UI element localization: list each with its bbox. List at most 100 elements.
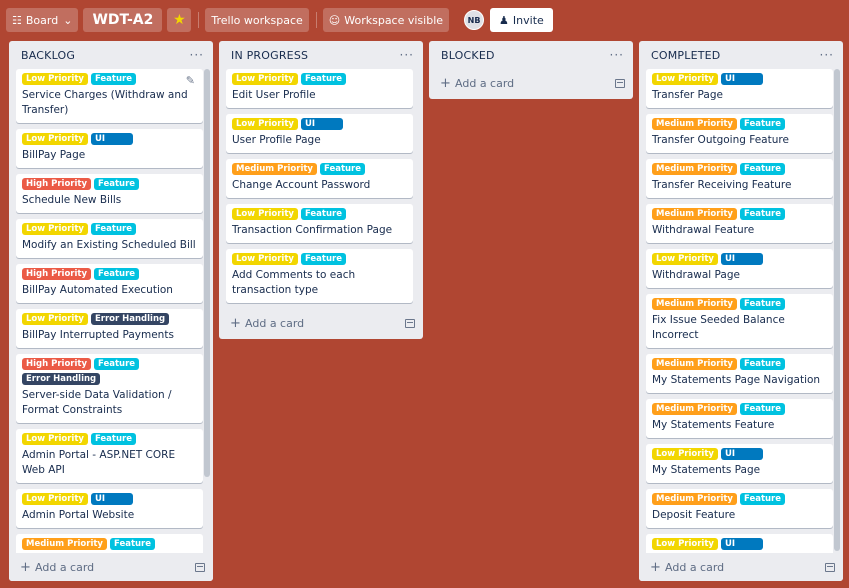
card[interactable]: Low Priority UI User Profile Page: [226, 114, 413, 153]
card[interactable]: Medium Priority Feature Deposit Feature: [646, 489, 833, 528]
label-high[interactable]: High Priority: [22, 178, 92, 190]
card[interactable]: High Priority Feature BillPay Automated Ex…: [16, 264, 203, 303]
edit-pencil-icon[interactable]: ✎: [186, 74, 195, 87]
label-medium[interactable]: Medium Priority: [652, 403, 737, 415]
card-template-icon[interactable]: [195, 562, 205, 572]
more-icon[interactable]: ···: [610, 48, 624, 62]
card[interactable]: Low Priority Feature Transaction Confirmat…: [226, 204, 413, 243]
card[interactable]: Low Priority Error Handling BillPay Interr…: [16, 309, 203, 348]
label-low[interactable]: Low Priority: [22, 73, 88, 85]
label-feature[interactable]: Feature: [319, 163, 366, 175]
invite-button[interactable]: ♟ Invite: [490, 8, 553, 32]
label-feature[interactable]: Feature: [94, 268, 140, 280]
label-ui[interactable]: UI: [90, 493, 133, 505]
label-medium[interactable]: Medium Priority: [652, 163, 737, 175]
label-low[interactable]: Low Priority: [232, 118, 298, 130]
card[interactable]: Low Priority Feature Service Charges (With…: [16, 69, 203, 123]
label-ui[interactable]: UI: [720, 538, 763, 550]
label-feature[interactable]: Feature: [739, 298, 786, 310]
board-switcher-button[interactable]: ☷ Board ⌄: [6, 8, 79, 32]
add-card-button[interactable]: + Add a card: [219, 309, 423, 337]
label-ui[interactable]: UI: [720, 253, 763, 265]
star-icon[interactable]: ★: [167, 8, 192, 32]
card[interactable]: High Priority Feature Error Handling Server…: [16, 354, 203, 423]
avatar[interactable]: NB: [464, 10, 485, 30]
card-template-icon[interactable]: [825, 562, 835, 572]
label-medium[interactable]: Medium Priority: [652, 358, 737, 370]
board-title[interactable]: WDT-A2: [83, 8, 163, 32]
list-title[interactable]: BACKLOG: [21, 49, 75, 62]
label-medium[interactable]: Medium Priority: [652, 298, 737, 310]
label-error[interactable]: Error Handling: [22, 373, 101, 385]
card[interactable]: Low Priority Feature Admin Portal - ASP.NE…: [16, 429, 203, 483]
label-low[interactable]: Low Priority: [652, 448, 718, 460]
label-feature[interactable]: Feature: [90, 433, 136, 445]
card[interactable]: Medium Priority Feature My Statements Page…: [646, 354, 833, 393]
label-feature[interactable]: Feature: [300, 253, 346, 265]
backlog-scrollbar[interactable]: [204, 69, 210, 477]
label-feature[interactable]: Feature: [739, 118, 786, 130]
label-medium[interactable]: Medium Priority: [22, 538, 107, 550]
card[interactable]: Low PriorityUIDeposit Page: [646, 534, 833, 553]
more-icon[interactable]: ···: [190, 48, 204, 62]
workspace-button[interactable]: Trello workspace: [205, 8, 309, 32]
add-card-button[interactable]: + Add a card: [639, 553, 843, 581]
label-low[interactable]: Low Priority: [22, 133, 88, 145]
card-template-icon[interactable]: [405, 318, 415, 328]
card[interactable]: Medium Priority Feature Change Account Pas…: [226, 159, 413, 198]
label-feature[interactable]: Feature: [739, 493, 786, 505]
label-feature[interactable]: Feature: [300, 208, 346, 220]
label-feature[interactable]: Feature: [109, 538, 156, 550]
label-low[interactable]: Low Priority: [22, 433, 88, 445]
label-low[interactable]: Low Priority: [22, 223, 88, 235]
list-title[interactable]: IN PROGRESS: [231, 49, 308, 62]
label-feature[interactable]: Feature: [90, 223, 136, 235]
label-ui[interactable]: UI: [720, 448, 763, 460]
label-feature[interactable]: Feature: [739, 403, 786, 415]
card[interactable]: Medium Priority Feature Transfer Outgoing …: [646, 114, 833, 153]
label-feature[interactable]: Feature: [94, 178, 140, 190]
label-low[interactable]: Low Priority: [232, 208, 298, 220]
label-low[interactable]: Low Priority: [652, 538, 718, 550]
card[interactable]: Low Priority Feature Edit User Profile: [226, 69, 413, 108]
label-high[interactable]: High Priority: [22, 358, 92, 370]
label-low[interactable]: Low Priority: [232, 73, 298, 85]
label-low[interactable]: Low Priority: [232, 253, 298, 265]
card[interactable]: Medium Priority Feature: [16, 534, 203, 553]
card[interactable]: Low Priority UI BillPay Page: [16, 129, 203, 168]
card[interactable]: Low Priority UI Transfer Page: [646, 69, 833, 108]
label-ui[interactable]: UI: [720, 73, 763, 85]
visibility-button[interactable]: ☺ Workspace visible: [322, 8, 450, 32]
label-low[interactable]: Low Priority: [652, 253, 718, 265]
card[interactable]: Low Priority UI Withdrawal Page: [646, 249, 833, 288]
card[interactable]: Medium Priority Feature My Statements Feat…: [646, 399, 833, 438]
list-title[interactable]: BLOCKED: [441, 49, 495, 62]
label-feature[interactable]: Feature: [90, 73, 136, 85]
card-template-icon[interactable]: [615, 78, 625, 88]
card[interactable]: High Priority Feature Schedule New Bills: [16, 174, 203, 213]
card[interactable]: Low Priority UI My Statements Page: [646, 444, 833, 483]
card[interactable]: Low Priority Feature Modify an Existing Sc…: [16, 219, 203, 258]
label-low[interactable]: Low Priority: [22, 313, 88, 325]
label-ui[interactable]: UI: [90, 133, 133, 145]
label-medium[interactable]: Medium Priority: [652, 208, 737, 220]
label-medium[interactable]: Medium Priority: [652, 493, 737, 505]
label-low[interactable]: Low Priority: [22, 493, 88, 505]
more-icon[interactable]: ···: [820, 48, 834, 62]
card[interactable]: Medium Priority Feature Withdrawal Feature: [646, 204, 833, 243]
card[interactable]: Medium Priority Feature Fix Issue Seeded B…: [646, 294, 833, 348]
add-card-button[interactable]: + Add a card: [429, 69, 633, 97]
label-high[interactable]: High Priority: [22, 268, 92, 280]
card[interactable]: Medium Priority Feature Transfer Receiving…: [646, 159, 833, 198]
label-low[interactable]: Low Priority: [652, 73, 718, 85]
label-feature[interactable]: Feature: [739, 163, 786, 175]
label-ui[interactable]: UI: [300, 118, 343, 130]
label-feature[interactable]: Feature: [300, 73, 346, 85]
label-feature[interactable]: Feature: [94, 358, 140, 370]
list-title[interactable]: COMPLETED: [651, 49, 720, 62]
card[interactable]: Low Priority Feature Add Comments to each …: [226, 249, 413, 303]
more-icon[interactable]: ···: [400, 48, 414, 62]
card[interactable]: Low Priority UI Admin Portal Website: [16, 489, 203, 528]
label-medium[interactable]: Medium Priority: [232, 163, 317, 175]
label-error[interactable]: Error Handling: [90, 313, 170, 325]
